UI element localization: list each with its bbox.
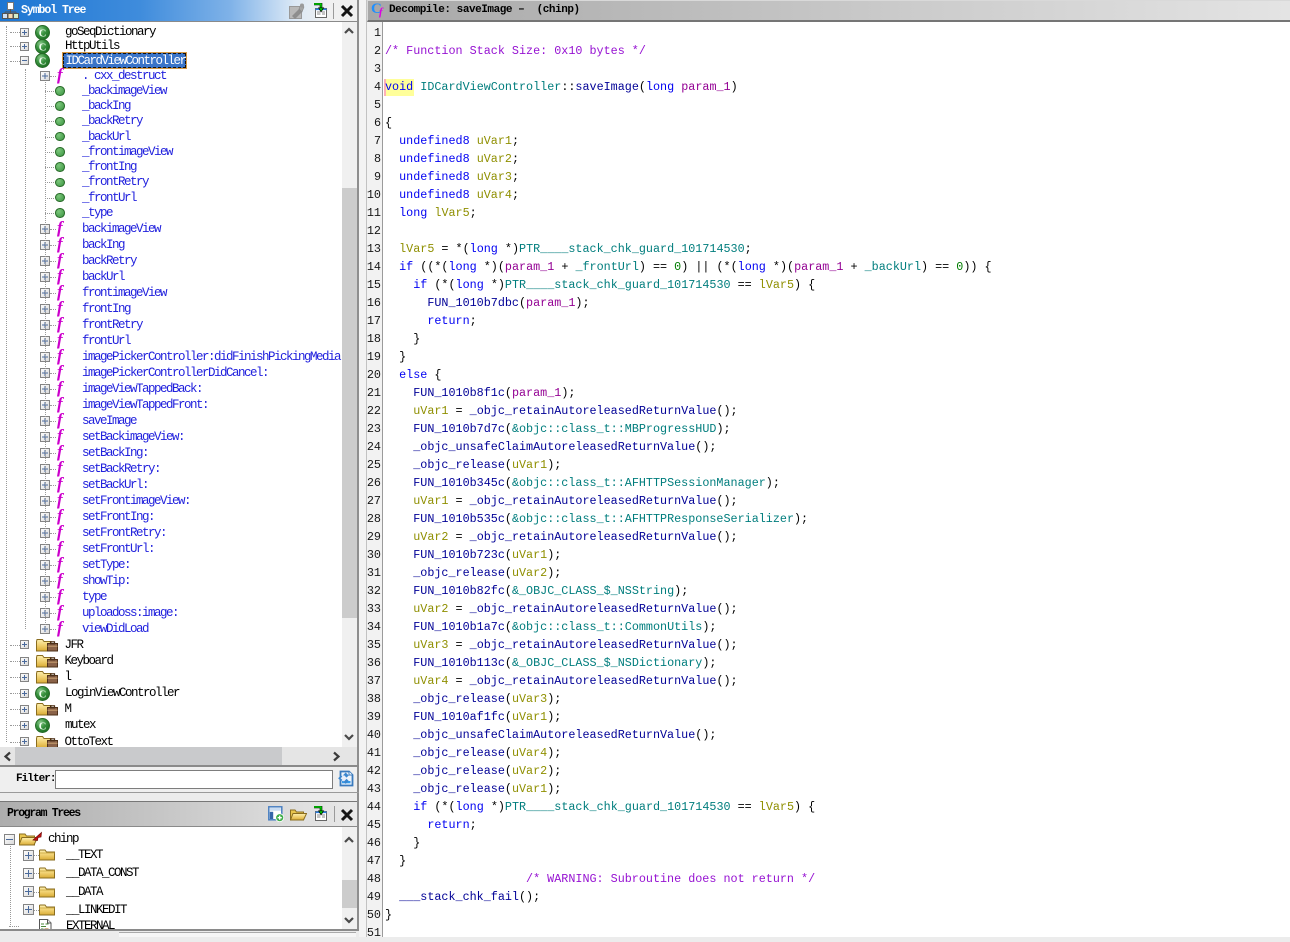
svg-text:C: C — [39, 721, 47, 732]
svg-text:C: C — [39, 689, 47, 700]
svg-text:C: C — [39, 28, 47, 39]
svg-text:C: C — [39, 56, 47, 67]
svg-text:C: C — [39, 42, 47, 53]
